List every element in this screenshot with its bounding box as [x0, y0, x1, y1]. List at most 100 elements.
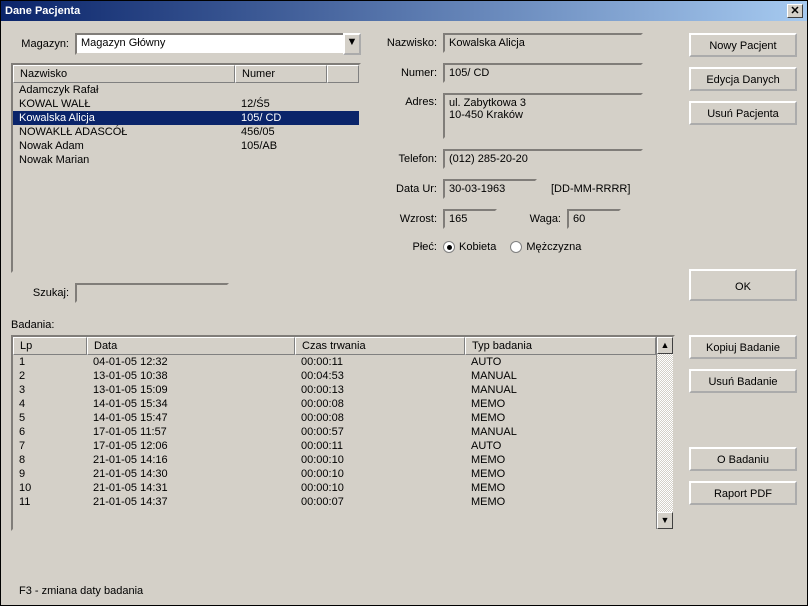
nazwisko-label: Nazwisko: [375, 37, 443, 49]
adres-line2: 10-450 Kraków [449, 109, 637, 121]
list-item-name: KOWAL WALŁ [19, 98, 241, 110]
cell-czas: 00:00:11 [295, 440, 465, 452]
adres-field[interactable]: ul. Zabytkowa 3 10-450 Kraków [443, 93, 643, 139]
cell-data: 21-01-05 14:31 [87, 482, 295, 494]
cell-lp: 5 [13, 412, 87, 424]
cell-typ: MANUAL [465, 384, 656, 396]
table-row[interactable]: 717-01-05 12:0600:00:11AUTO [13, 439, 656, 453]
cell-typ: MEMO [465, 454, 656, 466]
cell-typ: MEMO [465, 482, 656, 494]
scroll-down-icon[interactable]: ▼ [657, 512, 673, 529]
footer-hint: F3 - zmiana daty badania [19, 585, 143, 597]
cell-data: 17-01-05 11:57 [87, 426, 295, 438]
cell-czas: 00:00:10 [295, 454, 465, 466]
radio-kobieta-label: Kobieta [459, 241, 496, 253]
cell-lp: 9 [13, 468, 87, 480]
cell-czas: 00:00:13 [295, 384, 465, 396]
scrollbar[interactable]: ▲ ▼ [656, 337, 673, 529]
list-item[interactable]: KOWAL WALŁ12/Ś5 [13, 97, 359, 111]
col-numer[interactable]: Numer [235, 65, 327, 83]
plec-label: Płeć: [375, 241, 443, 253]
radio-dot-icon [443, 241, 455, 253]
table-row[interactable]: 414-01-05 15:3400:00:08MEMO [13, 397, 656, 411]
table-row[interactable]: 821-01-05 14:1600:00:10MEMO [13, 453, 656, 467]
telefon-label: Telefon: [375, 153, 443, 165]
magazyn-dropdown[interactable]: Magazyn Główny ▼ [75, 33, 361, 55]
col-typ[interactable]: Typ badania [465, 337, 656, 355]
cell-lp: 6 [13, 426, 87, 438]
patient-list[interactable]: Nazwisko Numer Adamczyk RafałKOWAL WALŁ1… [11, 63, 361, 273]
close-button[interactable]: ✕ [787, 4, 803, 18]
scroll-track[interactable] [657, 354, 673, 512]
col-lp[interactable]: Lp [13, 337, 87, 355]
list-item-name: Nowak Marian [19, 154, 241, 166]
o-badaniu-button[interactable]: O Badaniu [689, 447, 797, 471]
dataur-label: Data Ur: [375, 183, 443, 195]
ok-button[interactable]: OK [689, 269, 797, 301]
badania-label: Badania: [11, 319, 797, 331]
wzrost-label: Wzrost: [375, 213, 443, 225]
badania-table[interactable]: Lp Data Czas trwania Typ badania 104-01-… [11, 335, 675, 531]
usun-pacjenta-button[interactable]: Usuń Pacjenta [689, 101, 797, 125]
table-row[interactable]: 213-01-05 10:3800:04:53MANUAL [13, 369, 656, 383]
raport-pdf-button[interactable]: Raport PDF [689, 481, 797, 505]
chevron-down-icon[interactable]: ▼ [343, 33, 361, 55]
wzrost-field[interactable]: 165 [443, 209, 497, 229]
telefon-field[interactable]: (012) 285-20-20 [443, 149, 643, 169]
cell-data: 14-01-05 15:47 [87, 412, 295, 424]
cell-czas: 00:00:10 [295, 468, 465, 480]
nazwisko-field[interactable]: Kowalska Alicja [443, 33, 643, 53]
scroll-up-icon[interactable]: ▲ [657, 337, 673, 354]
dataur-field[interactable]: 30-03-1963 [443, 179, 537, 199]
col-spacer [327, 65, 359, 83]
col-czas[interactable]: Czas trwania [295, 337, 465, 355]
table-row[interactable]: 617-01-05 11:5700:00:57MANUAL [13, 425, 656, 439]
list-item[interactable]: NOWAKLŁ ADASCÓŁ456/05 [13, 125, 359, 139]
table-row[interactable]: 104-01-05 12:3200:00:11AUTO [13, 355, 656, 369]
col-data[interactable]: Data [87, 337, 295, 355]
table-row[interactable]: 1121-01-05 14:3700:00:07MEMO [13, 495, 656, 509]
cell-czas: 00:00:57 [295, 426, 465, 438]
numer-field[interactable]: 105/ CD [443, 63, 643, 83]
waga-field[interactable]: 60 [567, 209, 621, 229]
cell-lp: 11 [13, 496, 87, 508]
list-item[interactable]: Nowak Adam105/AB [13, 139, 359, 153]
titlebar: Dane Pacjenta ✕ [1, 1, 807, 21]
cell-data: 13-01-05 15:09 [87, 384, 295, 396]
cell-typ: MANUAL [465, 370, 656, 382]
table-row[interactable]: 514-01-05 15:4700:00:08MEMO [13, 411, 656, 425]
cell-lp: 1 [13, 356, 87, 368]
table-row[interactable]: 921-01-05 14:3000:00:10MEMO [13, 467, 656, 481]
list-item[interactable]: Nowak Marian [13, 153, 359, 167]
cell-data: 04-01-05 12:32 [87, 356, 295, 368]
list-item-number: 456/05 [241, 126, 275, 138]
cell-typ: MEMO [465, 398, 656, 410]
list-item[interactable]: Kowalska Alicja105/ CD [13, 111, 359, 125]
magazyn-value: Magazyn Główny [75, 33, 345, 55]
edycja-danych-button[interactable]: Edycja Danych [689, 67, 797, 91]
szukaj-label: Szukaj: [11, 287, 75, 299]
cell-lp: 3 [13, 384, 87, 396]
cell-typ: MEMO [465, 496, 656, 508]
numer-label: Numer: [375, 67, 443, 79]
cell-lp: 2 [13, 370, 87, 382]
table-row[interactable]: 1021-01-05 14:3100:00:10MEMO [13, 481, 656, 495]
list-item[interactable]: Adamczyk Rafał [13, 83, 359, 97]
search-input[interactable] [75, 283, 229, 303]
radio-mezczyzna[interactable]: Mężczyzna [510, 241, 581, 253]
cell-lp: 8 [13, 454, 87, 466]
col-nazwisko[interactable]: Nazwisko [13, 65, 235, 83]
cell-czas: 00:00:10 [295, 482, 465, 494]
nowy-pacjent-button[interactable]: Nowy Pacjent [689, 33, 797, 57]
adres-label: Adres: [375, 93, 443, 108]
radio-kobieta[interactable]: Kobieta [443, 241, 496, 253]
radio-mezczyzna-label: Mężczyzna [526, 241, 581, 253]
list-item-name: Kowalska Alicja [19, 112, 241, 124]
cell-typ: AUTO [465, 440, 656, 452]
kopiuj-badanie-button[interactable]: Kopiuj Badanie [689, 335, 797, 359]
table-row[interactable]: 313-01-05 15:0900:00:13MANUAL [13, 383, 656, 397]
cell-lp: 10 [13, 482, 87, 494]
usun-badanie-button[interactable]: Usuń Badanie [689, 369, 797, 393]
cell-data: 14-01-05 15:34 [87, 398, 295, 410]
cell-czas: 00:00:08 [295, 398, 465, 410]
